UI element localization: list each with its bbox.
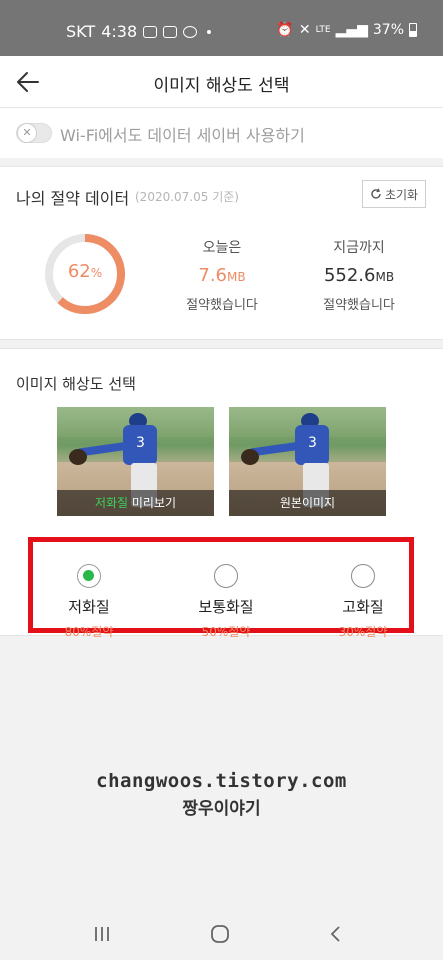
today-caption: 오늘은 xyxy=(202,240,242,256)
today-value: 7.6MB xyxy=(198,265,246,286)
total-value: 552.6MB xyxy=(323,265,395,286)
resolution-card: 이미지 해상도 선택 3 저화질 미리보기 3 원본이미지 저화질 80%절약 … xyxy=(0,348,443,639)
network-type: LTE xyxy=(315,25,331,35)
signal-icon: ▂▄▆ xyxy=(335,22,368,38)
option-normal-quality[interactable]: 보통화질 50%절약 xyxy=(181,564,271,640)
total-savings: 지금까지 552.6MB 절약했습니다 xyxy=(299,237,419,313)
radio-high-quality[interactable] xyxy=(351,564,375,588)
savings-donut-chart: 62% xyxy=(42,231,128,317)
low-quality-preview-image: 3 저화질 미리보기 xyxy=(57,407,214,516)
page-title: 이미지 해상도 선택 xyxy=(153,76,290,96)
jersey-number: 3 xyxy=(136,435,145,451)
today-sub: 절약했습니다 xyxy=(186,298,258,313)
total-sub: 절약했습니다 xyxy=(323,298,395,313)
resolution-heading: 이미지 해상도 선택 xyxy=(16,375,136,393)
alarm-icon: ⏰ xyxy=(276,22,294,38)
refresh-icon xyxy=(371,188,381,199)
today-savings: 오늘은 7.6MB 절약했습니다 xyxy=(162,237,282,313)
gallery-notification-icon xyxy=(163,25,178,38)
watermark-url: changwoos.tistory.com xyxy=(96,770,347,792)
recent-apps-button[interactable] xyxy=(88,920,116,948)
system-nav-bar xyxy=(0,908,443,960)
radio-normal-quality[interactable] xyxy=(214,564,238,588)
quality-options-highlight: 저화질 80%절약 보통화질 50%절약 고화질 30%절약 xyxy=(28,537,414,639)
location-notification-icon xyxy=(183,25,198,38)
carrier-label: SKT xyxy=(66,22,96,41)
savings-heading: 나의 절약 데이터 xyxy=(16,189,130,208)
data-saver-label: Wi-Fi에서도 데이터 세이버 사용하기 xyxy=(60,126,305,145)
battery-percent: 37% xyxy=(372,22,404,38)
more-notifications-icon xyxy=(207,29,212,34)
option-high-quality[interactable]: 고화질 30%절약 xyxy=(318,564,408,640)
preview-caption: 저화질 미리보기 xyxy=(57,490,214,516)
option-saving: 80%절약 xyxy=(64,625,114,639)
option-name: 고화질 xyxy=(342,598,384,616)
reset-button[interactable]: 초기화 xyxy=(362,180,426,208)
option-saving: 50%절약 xyxy=(201,625,251,639)
option-name: 저화질 xyxy=(68,598,110,616)
savings-date-note: (2020.07.05 기준) xyxy=(135,190,239,204)
savings-card: 나의 절약 데이터 (2020.07.05 기준) 초기화 62% 오늘은 7.… xyxy=(0,166,443,340)
talk-notification-icon xyxy=(143,25,158,38)
reset-label: 초기화 xyxy=(384,187,419,202)
data-saver-toggle[interactable]: ✕ xyxy=(16,123,52,143)
savings-percent: 62% xyxy=(67,261,103,282)
option-low-quality[interactable]: 저화질 80%절약 xyxy=(44,564,134,640)
app-bar: 이미지 해상도 선택 xyxy=(0,56,443,108)
jersey-number: 3 xyxy=(308,435,317,451)
data-saver-row[interactable]: ✕ Wi-Fi에서도 데이터 세이버 사용하기 xyxy=(0,108,443,158)
radio-low-quality[interactable] xyxy=(77,564,101,588)
mute-icon: ✕ xyxy=(298,22,311,38)
option-name: 보통화질 xyxy=(198,598,254,616)
watermark: changwoos.tistory.com 짱우이야기 xyxy=(0,770,443,819)
clock: 4:38 xyxy=(101,22,138,41)
home-icon xyxy=(211,925,229,943)
original-preview-image: 3 원본이미지 xyxy=(229,407,386,516)
home-button[interactable] xyxy=(206,920,234,948)
recent-apps-icon xyxy=(95,927,109,941)
original-caption: 원본이미지 xyxy=(229,490,386,516)
system-back-button[interactable] xyxy=(322,920,350,948)
status-bar: SKT 4:38 ⏰ ✕ LTE ▂▄▆ 37% xyxy=(0,0,443,56)
toggle-off-icon: ✕ xyxy=(17,123,37,143)
option-saving: 30%절약 xyxy=(338,625,388,639)
watermark-name: 짱우이야기 xyxy=(182,799,261,819)
total-caption: 지금까지 xyxy=(333,240,385,256)
battery-icon xyxy=(409,23,417,37)
chevron-left-icon xyxy=(330,926,340,942)
